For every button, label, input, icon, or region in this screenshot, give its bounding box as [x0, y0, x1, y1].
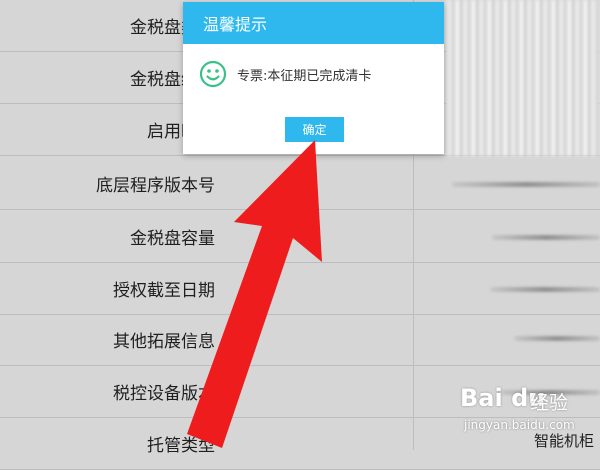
watermark-name: 经验: [530, 392, 569, 414]
red-arrow-annotation: [187, 140, 322, 448]
baidu-jingyan-watermark: Bai du 经验 jingyan.baidu.com: [452, 384, 592, 444]
watermark-url: jingyan.baidu.com: [464, 418, 575, 432]
